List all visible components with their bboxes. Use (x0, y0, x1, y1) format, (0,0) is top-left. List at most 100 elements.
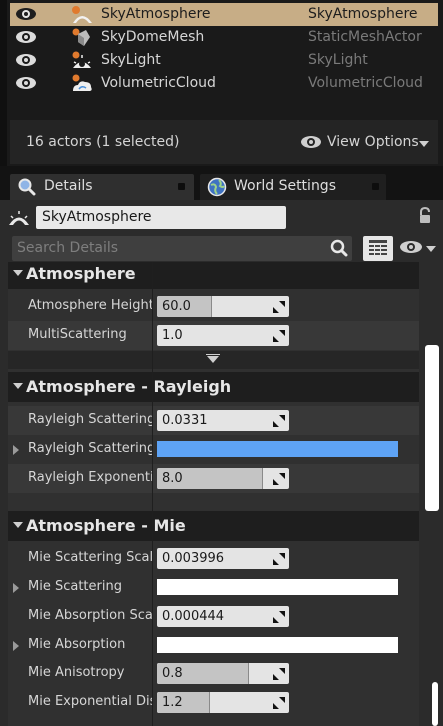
tab-details[interactable]: Details (10, 174, 194, 200)
expand-arrow-icon[interactable] (13, 445, 19, 455)
sky-atmosphere-icon (9, 211, 29, 225)
spinner-arrows-icon[interactable] (273, 697, 285, 709)
prop-label: Rayleigh Scattering Sc (28, 412, 152, 427)
color-swatch[interactable] (157, 637, 398, 653)
search-icon (18, 178, 36, 196)
spinner-arrows-icon[interactable] (273, 330, 285, 342)
numeric-field[interactable]: 8.0 (157, 468, 289, 489)
numeric-field[interactable]: 1.2 (157, 692, 289, 713)
expand-advanced-icon (207, 356, 219, 363)
numeric-value: 0.003996 (162, 551, 225, 566)
spinner-arrows-icon[interactable] (273, 668, 285, 680)
outliner-scrollbar-track[interactable] (0, 0, 7, 166)
property-matrix-button[interactable] (363, 236, 393, 261)
divider (206, 354, 220, 355)
search-placeholder: Search Details (17, 240, 119, 256)
column-divider[interactable] (152, 262, 153, 726)
close-tab-icon[interactable] (372, 183, 379, 190)
spinner-arrows-icon[interactable] (273, 301, 285, 313)
prop-mie-exponential-distribution: Mie Exponential Distri 1.2 (8, 688, 419, 717)
row-name: VolumetricCloud (101, 75, 216, 91)
visibility-eye-icon[interactable] (15, 7, 37, 21)
numeric-value: 1.2 (162, 695, 183, 710)
numeric-field[interactable]: 0.000444 (157, 606, 289, 627)
actor-count: 16 actors (1 selected) (26, 134, 180, 150)
outliner-row-skydomemesh[interactable]: SkyDomeMesh StaticMeshActor (10, 26, 438, 49)
numeric-field[interactable]: 0.8 (157, 663, 289, 684)
prop-rayleigh-exponential-distribution: Rayleigh Exponential D 8.0 (8, 464, 419, 493)
chevron-down-icon (419, 141, 429, 147)
numeric-value: 0.0331 (162, 413, 208, 428)
prop-label: MultiScattering (28, 327, 127, 342)
prop-label: Rayleigh Scattering (28, 441, 152, 456)
collapse-arrow-icon (13, 270, 23, 276)
color-swatch[interactable] (157, 441, 398, 457)
prop-label: Rayleigh Exponential D (28, 470, 152, 485)
visibility-eye-icon[interactable] (15, 30, 37, 44)
category-title: Atmosphere - Rayleigh (26, 377, 232, 396)
prop-label: Mie Absorption Scale (28, 608, 152, 623)
view-options-button[interactable]: View Options (300, 132, 432, 154)
details-scrollbar-lower-thumb[interactable] (432, 682, 438, 726)
panel-tab-bar: Details World Settings (0, 166, 443, 200)
prop-rayleigh-scattering-scale: Rayleigh Scattering Sc 0.0331 (8, 406, 419, 435)
row-name: SkyDomeMesh (101, 29, 205, 45)
volumetric-cloud-icon (72, 74, 92, 91)
prop-mie-anisotropy: Mie Anisotropy 0.8 (8, 659, 419, 688)
prop-label: Mie Exponential Distri (28, 694, 152, 709)
numeric-field[interactable]: 0.0331 (157, 410, 289, 431)
spinner-arrows-icon[interactable] (273, 611, 285, 623)
prop-mie-absorption: Mie Absorption (8, 631, 419, 660)
visibility-eye-icon[interactable] (15, 76, 37, 90)
numeric-value: 0.8 (162, 666, 183, 681)
details-scrollbar-thumb[interactable] (425, 345, 439, 511)
spinner-arrows-icon[interactable] (273, 415, 285, 427)
eye-icon (301, 136, 321, 148)
prop-label: Mie Scattering (28, 579, 122, 594)
prop-mie-scattering: Mie Scattering (8, 573, 419, 602)
numeric-value: 60.0 (162, 299, 191, 314)
color-swatch[interactable] (157, 579, 398, 595)
numeric-field[interactable]: 0.003996 (157, 548, 289, 569)
row-type: SkyAtmosphere (308, 6, 418, 22)
collapse-arrow-icon (13, 522, 23, 528)
numeric-field[interactable]: 60.0 (157, 296, 289, 317)
numeric-value: 0.000444 (162, 609, 225, 624)
spinner-arrows-icon[interactable] (273, 553, 285, 565)
expand-arrow-icon[interactable] (13, 583, 19, 593)
category-atmosphere-rayleigh[interactable]: Atmosphere - Rayleigh (8, 372, 419, 402)
row-name: SkyAtmosphere (101, 6, 211, 22)
search-icon[interactable] (330, 239, 348, 257)
prop-label: Mie Absorption (28, 637, 126, 652)
world-outliner: SkyAtmosphere SkyAtmosphere SkyDomeMesh … (0, 0, 443, 166)
outliner-row-volumetriccloud[interactable]: VolumetricCloud VolumetricCloud (10, 72, 438, 95)
collapse-arrow-icon (13, 383, 23, 389)
lock-icon[interactable] (417, 207, 433, 225)
category-title: Atmosphere (26, 264, 136, 283)
outliner-row-skyatmosphere[interactable]: SkyAtmosphere SkyAtmosphere (10, 3, 438, 26)
tab-world-settings[interactable]: World Settings (200, 174, 386, 200)
prop-label: Mie Anisotropy (28, 665, 125, 680)
advanced-expander[interactable] (8, 351, 419, 369)
search-details-input[interactable]: Search Details (12, 236, 352, 261)
actor-name-field[interactable]: SkyAtmosphere (36, 206, 286, 229)
static-mesh-icon (72, 28, 90, 46)
row-type: SkyLight (308, 52, 368, 68)
visibility-options-button[interactable] (399, 240, 439, 258)
category-atmosphere-mie[interactable]: Atmosphere - Mie (8, 511, 419, 541)
category-atmosphere[interactable]: Atmosphere (8, 262, 419, 289)
row-name: SkyLight (101, 52, 161, 68)
numeric-field[interactable]: 1.0 (157, 325, 289, 346)
tab-label: World Settings (234, 178, 336, 194)
close-tab-icon[interactable] (178, 183, 185, 190)
prop-multiscattering: MultiScattering 1.0 (8, 321, 419, 350)
outliner-row-skylight[interactable]: SkyLight SkyLight (10, 49, 438, 72)
numeric-value: 8.0 (162, 471, 183, 486)
grid-icon (369, 240, 387, 255)
expand-arrow-icon[interactable] (13, 641, 19, 651)
view-options-label: View Options (327, 134, 419, 150)
chevron-down-icon (426, 246, 436, 252)
visibility-eye-icon[interactable] (15, 53, 37, 67)
spinner-arrows-icon[interactable] (273, 473, 285, 485)
sky-light-icon (72, 51, 91, 68)
